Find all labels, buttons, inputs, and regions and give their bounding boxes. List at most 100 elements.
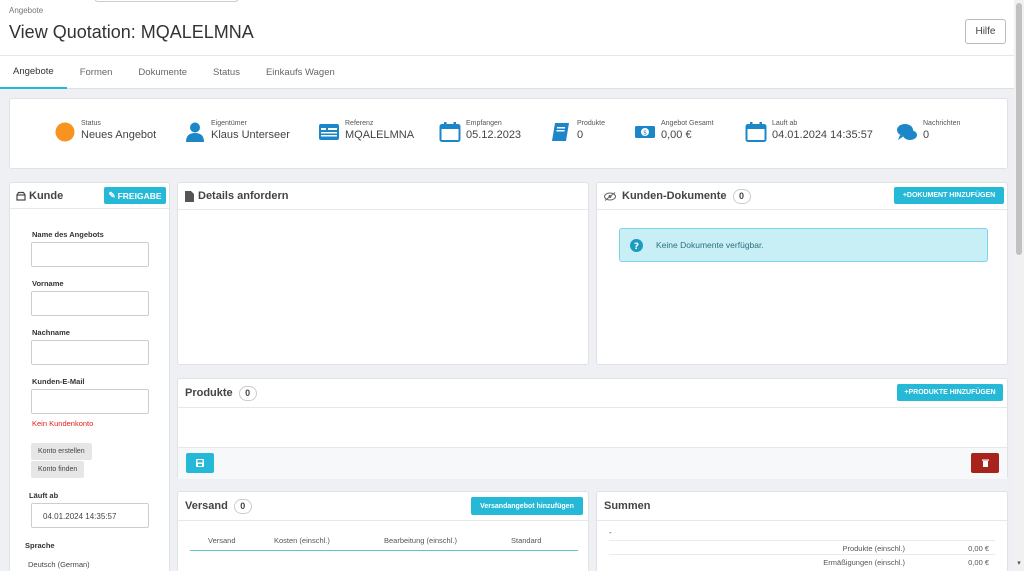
tab-angebote[interactable]: Angebote bbox=[0, 56, 67, 89]
save-button[interactable] bbox=[186, 453, 214, 473]
tab-formen[interactable]: Formen bbox=[67, 56, 126, 89]
products-panel: Produkte 0 + PRODUKTE HINZUFÜGEN bbox=[177, 378, 1008, 479]
svg-text:?: ? bbox=[634, 242, 639, 252]
eye-slash-icon bbox=[604, 191, 616, 201]
tab-status[interactable]: Status bbox=[200, 56, 253, 89]
edit-icon: ✎ bbox=[108, 190, 116, 200]
details-title: Details anfordern bbox=[198, 190, 289, 202]
details-panel-header: Details anfordern bbox=[178, 183, 588, 210]
quotation-name-label: Name des Angebots bbox=[32, 230, 104, 239]
totals-row-value: 0,00 € bbox=[968, 544, 989, 553]
shipping-col-standard: Standard bbox=[511, 536, 542, 545]
kpi-panel: Status Neues Angebot Eigentümer Klaus Unte… bbox=[9, 98, 1008, 169]
kpi-label: Produkte bbox=[577, 120, 606, 127]
id-card-icon bbox=[319, 124, 339, 140]
products-title: Produkte bbox=[185, 387, 233, 399]
add-shipping-button[interactable]: Versandangebot hinzufügen bbox=[471, 497, 583, 515]
shipping-col-bearbeitung: Bearbeitung (einschl.) bbox=[384, 536, 457, 545]
kpi-label: Referenz bbox=[345, 120, 374, 127]
kpi-label: Eigentümer bbox=[211, 120, 247, 127]
no-documents-text: Keine Dokumente verfügbar. bbox=[656, 240, 764, 250]
kpi-value: 0 bbox=[923, 129, 930, 141]
tab-einkaufs-wagen[interactable]: Einkaufs Wagen bbox=[253, 56, 348, 89]
calendar-icon bbox=[745, 122, 767, 142]
tab-dokumente[interactable]: Dokumente bbox=[125, 56, 200, 89]
breadcrumb[interactable]: Angebote bbox=[9, 6, 43, 15]
top-search-input[interactable] bbox=[94, 0, 239, 2]
totals-title: Summen bbox=[604, 500, 651, 512]
details-panel: Details anfordern bbox=[177, 182, 589, 365]
kpi-label: Lauft ab bbox=[772, 120, 798, 127]
kpi-label: Empfangen bbox=[466, 120, 502, 127]
expires-input[interactable]: 04.01.2024 14:35:57 bbox=[31, 503, 149, 528]
quotation-name-input[interactable] bbox=[31, 242, 149, 267]
documents-panel: Kunden-Dokumente 0 + DOKUMENT HINZUFÜGEN … bbox=[596, 182, 1008, 365]
shipping-title: Versand bbox=[185, 500, 228, 512]
kpi-value: 05.12.2023 bbox=[466, 129, 522, 141]
documents-panel-header: Kunden-Dokumente 0 + DOKUMENT HINZUFÜGEN bbox=[597, 183, 1007, 210]
totals-row-label: Produkte (einschl.) bbox=[842, 544, 905, 553]
products-count: 0 bbox=[238, 385, 257, 401]
add-document-label: DOKUMENT HINZUFÜGEN bbox=[906, 192, 996, 199]
no-documents-alert: ? Keine Dokumente verfügbar. bbox=[619, 228, 988, 262]
firstname-input[interactable] bbox=[31, 291, 149, 316]
money-icon: $ bbox=[635, 126, 655, 138]
kpi-expires: Lauft ab 04.01.2024 14:35:57 bbox=[745, 119, 873, 143]
kpi-value: MQALELMNA bbox=[345, 129, 415, 141]
totals-row: Ermäßigungen (einschl.) 0,00 € bbox=[609, 554, 995, 567]
shipping-panel: Versand 0 Versandangebot hinzufügen Vers… bbox=[177, 491, 589, 571]
shipping-col-versand: Versand bbox=[208, 536, 236, 545]
totals-row: Produkte (einschl.) 0,00 € bbox=[609, 540, 995, 553]
documents-count: 0 bbox=[732, 188, 751, 204]
kpi-label: Angebot Gesamt bbox=[661, 120, 714, 127]
no-account-text: Kein Kundenkonto bbox=[32, 419, 94, 428]
page-header: Angebote View Quotation: MQALELMNA Hilfe bbox=[0, 0, 1014, 56]
shipping-table-divider bbox=[190, 550, 578, 551]
user-icon bbox=[186, 122, 204, 142]
add-document-button[interactable]: + DOKUMENT HINZUFÜGEN bbox=[894, 187, 1004, 204]
status-dot-icon bbox=[55, 122, 75, 142]
kpi-total: $ Angebot Gesamt 0,00 € bbox=[634, 119, 714, 143]
delete-button[interactable] bbox=[971, 453, 999, 473]
kpi-value: 0 bbox=[577, 129, 584, 141]
kpi-reference: Referenz MQALELMNA bbox=[318, 119, 414, 143]
kpi-value: 04.01.2024 14:35:57 bbox=[772, 129, 873, 141]
kpi-label: Status bbox=[81, 120, 101, 127]
find-account-button[interactable]: Konto finden bbox=[31, 461, 85, 478]
products-panel-header: Produkte 0 + PRODUKTE HINZUFÜGEN bbox=[178, 379, 1007, 408]
kpi-messages: Nachrichten 0 bbox=[896, 119, 960, 143]
add-products-label: PRODUKTE HINZUFÜGEN bbox=[908, 389, 996, 396]
scroll-down-icon[interactable]: ▾ bbox=[1014, 559, 1024, 569]
customer-panel: Kunde ✎ FREIGABE Name des Angebots Vornam… bbox=[9, 182, 170, 571]
totals-panel-header: Summen bbox=[597, 492, 1007, 521]
drawer-icon bbox=[16, 191, 26, 201]
documents-title: Kunden-Dokumente bbox=[622, 190, 727, 202]
language-value[interactable]: Deutsch (German) bbox=[28, 560, 90, 569]
expires-label: Läuft ab bbox=[29, 491, 59, 500]
kpi-value: Klaus Unterseer bbox=[211, 129, 290, 141]
tab-bar: Angebote Formen Dokumente Status Einkauf… bbox=[0, 56, 1014, 89]
share-button[interactable]: ✎ FREIGABE bbox=[104, 187, 166, 204]
file-icon bbox=[185, 190, 194, 202]
email-input[interactable] bbox=[31, 389, 149, 414]
help-button[interactable]: Hilfe bbox=[965, 19, 1006, 44]
shipping-panel-header: Versand 0 Versandangebot hinzufügen bbox=[178, 492, 588, 521]
kpi-value: Neues Angebot bbox=[81, 129, 157, 141]
kpi-label: Nachrichten bbox=[923, 120, 961, 127]
scrollbar-thumb[interactable] bbox=[1016, 3, 1022, 255]
lastname-label: Nachname bbox=[32, 328, 70, 337]
create-account-button[interactable]: Konto erstellen bbox=[31, 443, 92, 460]
firstname-label: Vorname bbox=[32, 279, 64, 288]
shipping-col-kosten: Kosten (einschl.) bbox=[274, 536, 330, 545]
email-label: Kunden-E-Mail bbox=[32, 377, 85, 386]
add-products-button[interactable]: + PRODUKTE HINZUFÜGEN bbox=[897, 384, 1003, 401]
language-label: Sprache bbox=[25, 541, 55, 550]
lastname-input[interactable] bbox=[31, 340, 149, 365]
share-button-label: FREIGABE bbox=[117, 190, 162, 201]
kpi-products: Produkte 0 bbox=[550, 119, 605, 143]
totals-row-label: Ermäßigungen (einschl.) bbox=[823, 558, 905, 567]
question-circle-icon: ? bbox=[630, 238, 643, 252]
shipping-count: 0 bbox=[233, 498, 252, 514]
save-icon bbox=[196, 459, 204, 467]
book-icon bbox=[552, 123, 569, 141]
